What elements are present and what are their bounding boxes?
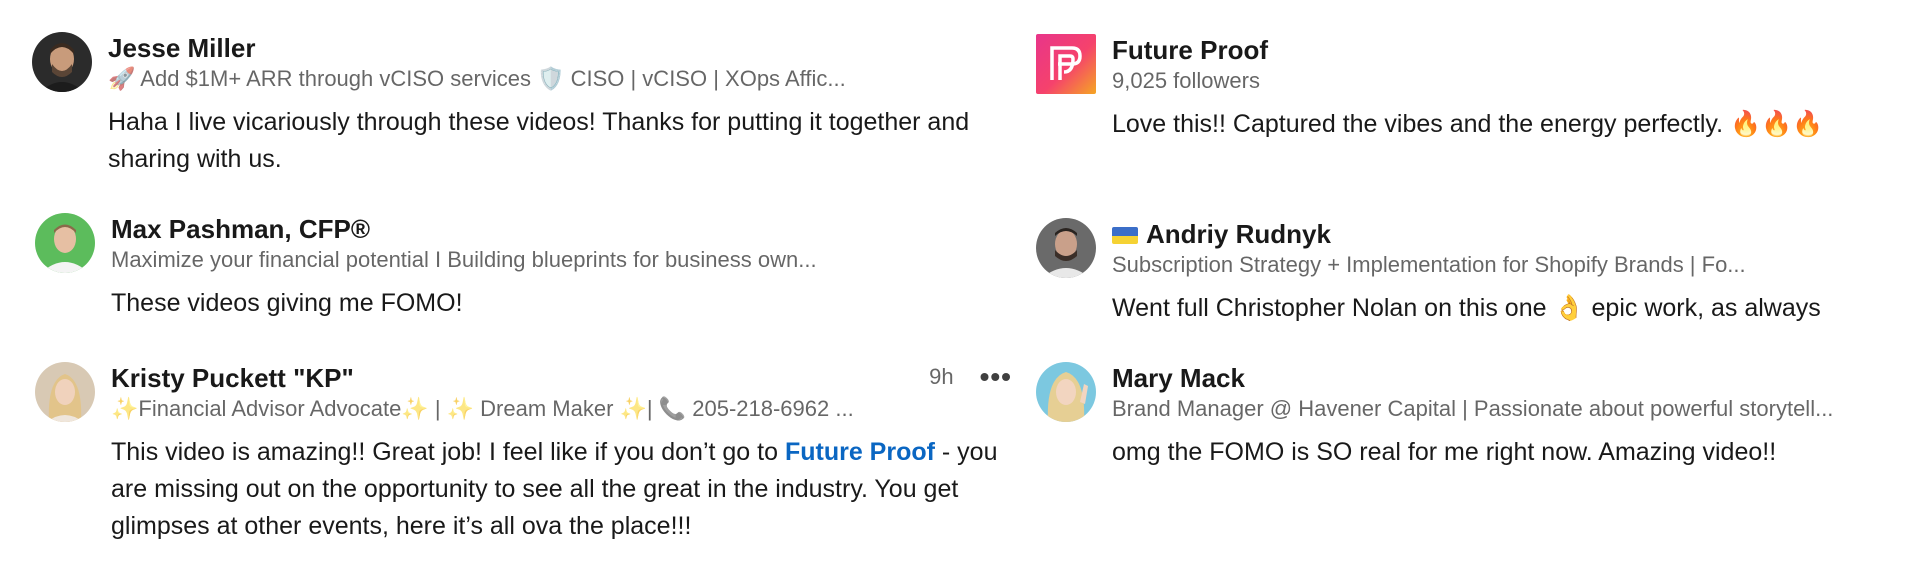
author-headline: Maximize your financial potential I Buil… xyxy=(111,247,817,272)
author-name[interactable]: Andriy Rudnyk xyxy=(1146,219,1331,249)
avatar[interactable] xyxy=(35,362,95,422)
author-name-row: Andriy Rudnyk xyxy=(1112,218,1896,250)
comment-text: Haha I live vicariously through these vi… xyxy=(108,108,970,173)
author-headline: 🚀 Add $1M+ ARR through vCISO services 🛡️… xyxy=(108,66,846,91)
avatar[interactable] xyxy=(32,32,92,92)
comment-text: This video is amazing!! Great job! I fee… xyxy=(111,434,1012,545)
author-name[interactable]: Max Pashman, CFP® xyxy=(111,213,1012,245)
author-name[interactable]: Jesse Miller xyxy=(108,32,1012,64)
avatar[interactable] xyxy=(1036,218,1096,278)
avatar[interactable] xyxy=(1036,362,1096,422)
comment-text: Love this!! Captured the vibes and the e… xyxy=(1112,110,1824,138)
follower-count: 9,025 followers xyxy=(1112,68,1260,93)
author-name[interactable]: Kristy Puckett "KP" xyxy=(111,362,892,394)
comment-timestamp: 9h xyxy=(929,364,954,389)
mention-future-proof[interactable]: Future Proof xyxy=(785,438,935,466)
author-name[interactable]: Future Proof xyxy=(1112,34,1896,66)
author-headline: Brand Manager @ Havener Capital | Passio… xyxy=(1112,396,1834,421)
company-logo[interactable] xyxy=(1036,34,1096,94)
comment-text: Went full Christopher Nolan on this one … xyxy=(1112,294,1821,322)
comment-text-before: This video is amazing!! Great job! I fee… xyxy=(111,438,785,466)
author-headline: ✨Financial Advisor Advocate✨ | ✨ Dream M… xyxy=(111,396,854,421)
comment-text: These videos giving me FOMO! xyxy=(111,289,463,317)
more-options-icon[interactable]: ••• xyxy=(980,363,1012,391)
author-headline: Subscription Strategy + Implementation f… xyxy=(1112,252,1746,277)
comment-meta: 9h ••• xyxy=(929,363,1012,391)
comment-text: omg the FOMO is SO real for me right now… xyxy=(1112,438,1777,466)
avatar[interactable] xyxy=(35,213,95,273)
ukraine-flag-icon xyxy=(1112,227,1138,244)
author-name[interactable]: Mary Mack xyxy=(1112,362,1896,394)
